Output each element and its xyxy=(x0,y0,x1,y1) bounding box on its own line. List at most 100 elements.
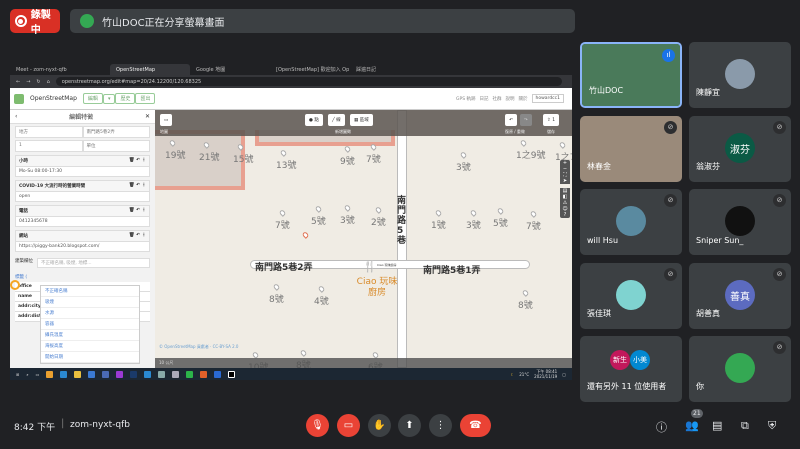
map-canvas[interactable]: 19號21號15號13號9號7號1之9號1之7號3號7號5號3號2號1號3號5號… xyxy=(155,110,572,368)
host-controls-icon[interactable]: ⛨ xyxy=(768,419,776,433)
nav-diary[interactable]: 日記 xyxy=(480,96,489,102)
address-pin[interactable] xyxy=(529,210,538,218)
nav-help[interactable]: 說明 xyxy=(506,96,515,102)
addr-housenumber-input[interactable]: 1 xyxy=(15,140,83,152)
dropdown-option[interactable]: 海拔高度 xyxy=(41,341,139,352)
people-icon[interactable]: 👥 xyxy=(685,419,699,432)
address-pin[interactable] xyxy=(521,289,530,297)
address-pin[interactable] xyxy=(496,207,505,215)
export-button[interactable]: 匯出 xyxy=(135,93,156,104)
address-pin[interactable] xyxy=(278,209,287,217)
tab-meet[interactable]: Meet - zom-nyxt-qfb xyxy=(10,64,90,75)
address-pin[interactable] xyxy=(299,349,308,357)
task-view-icon[interactable]: ▭ xyxy=(36,372,40,377)
start-icon[interactable]: ⊞ xyxy=(16,372,19,377)
raise-hand-button[interactable]: ✋ xyxy=(368,414,391,437)
tab-google-maps[interactable]: Google 地圖 xyxy=(190,64,270,75)
photoshop-icon[interactable] xyxy=(130,370,138,378)
map-data-panel-button[interactable]: ▭ xyxy=(160,114,173,126)
field-actions[interactable]: 🗑 ↶ ⋮ xyxy=(129,233,146,239)
address-pin[interactable] xyxy=(314,205,323,213)
participant-tile[interactable]: ⊘ 張佳琪 xyxy=(580,263,682,329)
tab-diary[interactable]: 踩遍日記 xyxy=(350,64,430,75)
address-pin[interactable] xyxy=(434,209,443,217)
address-pin[interactable] xyxy=(519,139,528,147)
info-icon[interactable]: ⓘ xyxy=(656,419,667,435)
undo-button[interactable]: ↶ xyxy=(505,114,517,126)
selected-point[interactable] xyxy=(301,231,310,239)
home-icon[interactable]: ⌂ xyxy=(47,79,50,85)
back-icon[interactable]: ‹ xyxy=(15,113,17,120)
app-icon[interactable] xyxy=(158,370,166,378)
participant-tile[interactable]: 新生 小美 還有另外 11 位使用者 xyxy=(580,336,682,402)
participant-tile[interactable]: 陳靜宜 xyxy=(689,42,791,108)
addr-unit-input[interactable]: 單位 xyxy=(82,140,150,152)
attribution[interactable]: © OpenStreetMap 貢獻者 · CC-BY-SA 2.0 xyxy=(159,344,238,350)
outlook-icon[interactable] xyxy=(214,370,222,378)
dropdown-option[interactable]: 容器 xyxy=(41,319,139,330)
nav-about[interactable]: 關於 xyxy=(519,96,528,102)
add-area-button[interactable]: ▦ 區域 xyxy=(350,114,373,126)
ie-icon[interactable] xyxy=(88,370,96,378)
addr-place-select[interactable]: 地方 xyxy=(15,126,83,138)
more-options-button[interactable]: ⋮ xyxy=(429,414,452,437)
restaurant-icon[interactable]: 🍴 xyxy=(363,260,377,273)
more-fields-input[interactable]: 不正確名稱, 吸煙, 地標... xyxy=(37,258,150,268)
nav-gps[interactable]: GPS 軌跡 xyxy=(456,96,476,102)
explorer-icon[interactable] xyxy=(74,370,82,378)
participant-tile[interactable]: ⊘ 你 xyxy=(689,336,791,402)
app-icon[interactable] xyxy=(102,370,110,378)
field-input[interactable]: https://piggy-bank20.blogspot.com/ xyxy=(16,242,149,251)
app-icon[interactable] xyxy=(172,370,180,378)
help-icon[interactable]: ? xyxy=(560,212,570,218)
close-icon[interactable]: ✕ xyxy=(145,113,150,120)
address-pin[interactable] xyxy=(469,209,478,217)
field-input[interactable]: 0412345678 xyxy=(16,217,149,226)
tags-section-toggle[interactable]: 標籤 ( xyxy=(15,274,150,280)
activities-icon[interactable]: ⧉ xyxy=(741,419,749,433)
powerpoint-icon[interactable] xyxy=(200,370,208,378)
participant-tile[interactable]: ⊘ will Hsu xyxy=(580,189,682,255)
address-pin[interactable] xyxy=(279,149,288,157)
participant-tile[interactable]: 淑芬 ⊘ 翁淑芬 xyxy=(689,116,791,182)
field-actions[interactable]: 🗑 ↶ ⋮ xyxy=(129,208,146,214)
tab-record[interactable] xyxy=(90,64,110,75)
addr-street-select[interactable]: 南門路5巷2弄 xyxy=(82,126,150,138)
chat-icon[interactable]: ▤ xyxy=(712,419,722,432)
history-button[interactable]: 歷史 xyxy=(115,93,136,104)
back-icon[interactable]: ← xyxy=(16,79,20,85)
tab-gmail[interactable]: [OpenStreetMap] 歡迎加入 Op xyxy=(270,64,350,75)
address-pin[interactable] xyxy=(558,141,567,149)
clock-date[interactable]: 2021/11/19 xyxy=(534,374,557,379)
participant-tile[interactable]: ıl 竹山DOC xyxy=(580,42,682,108)
field-actions[interactable]: 🗑 ↶ ⋮ xyxy=(129,158,146,164)
address-pin[interactable] xyxy=(343,145,352,153)
address-pin[interactable] xyxy=(317,285,326,293)
weather-temp[interactable]: 21°C xyxy=(519,372,529,377)
dropdown-option[interactable]: 吸煙 xyxy=(41,297,139,308)
field-input[interactable]: Mo-Su 08:00-17:30 xyxy=(16,167,149,176)
participant-tile[interactable]: 善真 ⊘ 胡善真 xyxy=(689,263,791,329)
meeting-code[interactable]: zom-nyxt-qfb xyxy=(70,420,130,430)
user-menu[interactable]: howardcc1 xyxy=(531,94,564,103)
present-button[interactable]: ⬆ xyxy=(398,414,421,437)
address-pin[interactable] xyxy=(374,206,383,214)
url-field[interactable]: openstreetmap.org/edit#map=20/24.12200/1… xyxy=(55,77,562,86)
participant-tile[interactable]: ⊘ Sniper Sun_ xyxy=(689,189,791,255)
obs-icon[interactable] xyxy=(228,370,236,378)
tab-osm[interactable]: OpenStreetMap xyxy=(110,64,190,75)
search-icon[interactable]: ⌕ xyxy=(26,372,28,377)
osm-brand[interactable]: OpenStreetMap xyxy=(30,95,77,102)
calendar-icon[interactable] xyxy=(144,370,152,378)
leave-call-button[interactable]: ☎ xyxy=(460,414,491,437)
dropdown-option[interactable]: 開始日期 xyxy=(41,352,139,363)
chrome-icon[interactable] xyxy=(46,370,54,378)
address-pin[interactable] xyxy=(459,151,468,159)
nav-community[interactable]: 社群 xyxy=(493,96,502,102)
camera-off-button[interactable]: ▭ xyxy=(337,414,360,437)
add-point-button[interactable]: ● 點 xyxy=(305,114,323,126)
onenote-icon[interactable] xyxy=(116,370,124,378)
participant-tile[interactable]: ⊘ 林春金 xyxy=(580,116,682,182)
mic-off-button[interactable]: 🎙 xyxy=(306,414,329,437)
edit-dropdown-button[interactable]: ▾ xyxy=(102,93,116,104)
